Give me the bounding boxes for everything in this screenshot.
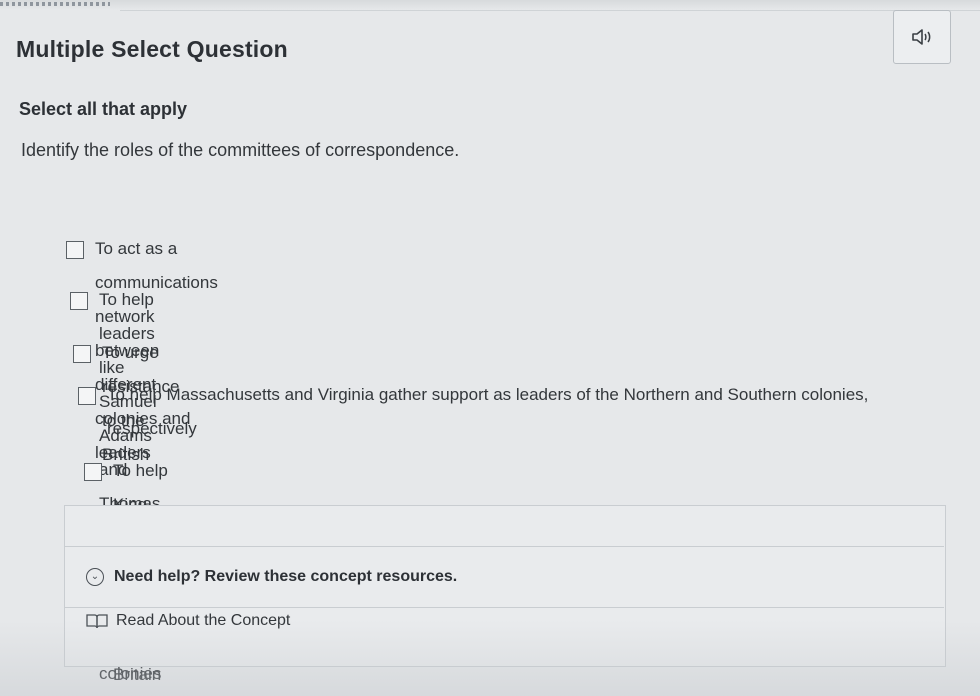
read-aloud-button[interactable] [893,10,951,64]
question-instruction: Select all that apply [19,99,188,119]
answer-option-label: To help Massachusetts and Virginia gathe… [107,385,869,438]
need-help-label: Need help? Review these concept resource… [114,568,458,585]
question-prompt: Identify the roles of the committees of … [21,140,460,160]
answer-checkbox[interactable] [66,241,84,259]
progress-dots [0,2,110,6]
speaker-icon [912,29,931,45]
chevron-down-icon: ⌄ [86,568,104,586]
answer-checkbox[interactable] [70,292,88,310]
top-progress-bar [0,0,980,11]
need-help-toggle[interactable]: ⌄ Need help? Review these concept resour… [64,546,944,608]
book-icon [86,614,108,629]
answer-checkbox[interactable] [78,387,96,405]
answer-checkbox[interactable] [84,463,102,481]
question-type-title: Multiple Select Question [16,36,288,62]
read-about-concept-label: Read About the Concept [116,612,291,629]
answer-checkbox[interactable] [73,345,91,363]
answer-option[interactable]: To help Massachusetts and Virginia gathe… [78,378,958,446]
top-divider [120,10,980,11]
read-about-concept-link[interactable]: Read About the Concept [86,612,290,630]
